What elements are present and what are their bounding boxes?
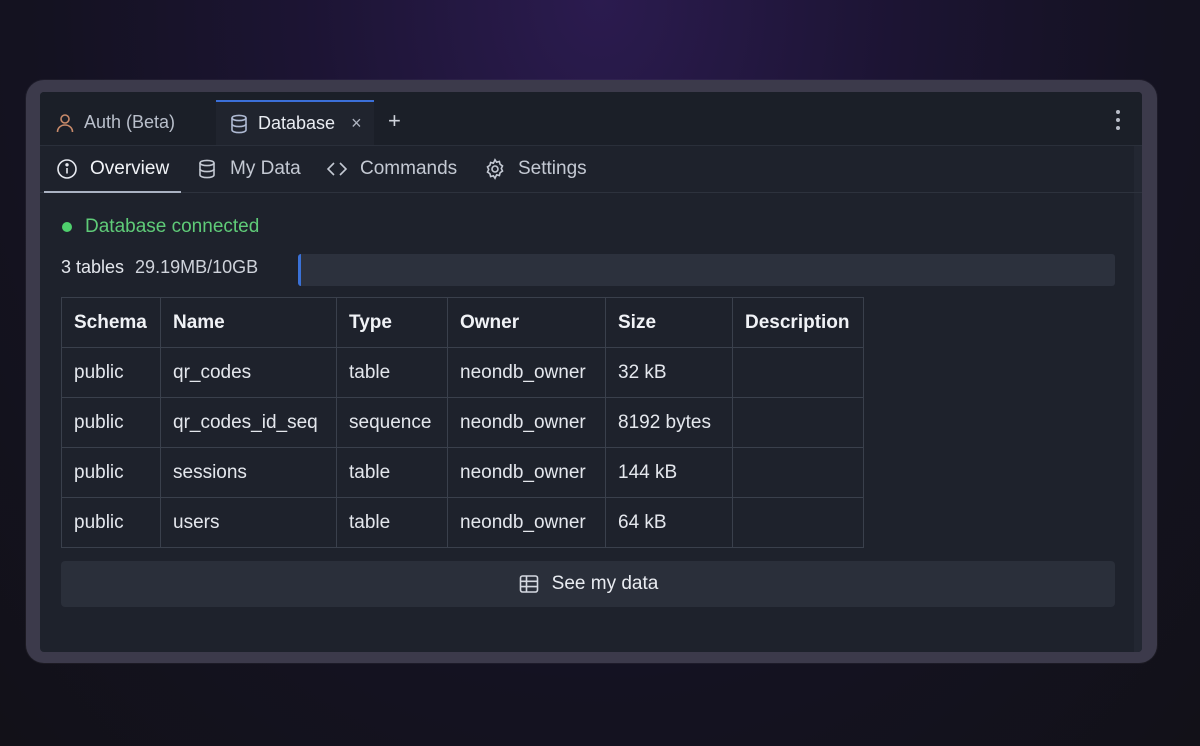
user-icon	[54, 112, 76, 134]
table-cell: neondb_owner	[447, 447, 606, 498]
table-cell: 32 kB	[605, 347, 733, 398]
table-cell: neondb_owner	[447, 397, 606, 448]
table-icon	[518, 573, 540, 595]
table-cell: table	[336, 447, 448, 498]
more-options-icon[interactable]	[1116, 110, 1120, 130]
table-cell	[732, 397, 864, 448]
sub-navigation: Overview My Data Commands Settings	[40, 146, 1142, 193]
table-count: 3 tables	[61, 257, 125, 277]
code-icon	[326, 158, 348, 180]
table-row: public users table neondb_owner 64 kB	[61, 497, 864, 548]
tables-overview-table: Schema Name Type Owner Size Description …	[61, 297, 864, 548]
database-panel: Auth (Beta) Database × + Overview My Dat…	[40, 92, 1142, 652]
table-cell: public	[61, 497, 161, 548]
see-my-data-label: See my data	[551, 573, 659, 594]
column-header: Name	[160, 297, 337, 348]
tab-auth[interactable]: Auth (Beta)	[54, 100, 175, 145]
table-row: public sessions table neondb_owner 144 k…	[61, 447, 864, 498]
column-header: Owner	[447, 297, 606, 348]
info-icon	[56, 158, 78, 180]
storage-usage: 3 tables 29.19MB/10GB	[61, 257, 258, 278]
database-icon	[228, 113, 250, 135]
table-cell: 144 kB	[605, 447, 733, 498]
nav-my-data[interactable]: My Data	[196, 146, 301, 192]
storage-progress-bar	[298, 254, 1115, 286]
table-cell: public	[61, 447, 161, 498]
table-header-row: Schema Name Type Owner Size Description	[61, 297, 864, 348]
column-header: Schema	[61, 297, 161, 348]
table-cell: users	[160, 497, 337, 548]
table-cell: 8192 bytes	[605, 397, 733, 448]
table-cell	[732, 447, 864, 498]
see-my-data-button[interactable]: See my data	[61, 561, 1115, 607]
table-cell	[732, 497, 864, 548]
column-header: Size	[605, 297, 733, 348]
table-cell: qr_codes	[160, 347, 337, 398]
column-header: Type	[336, 297, 448, 348]
table-cell: sessions	[160, 447, 337, 498]
storage-progress-fill	[298, 254, 302, 286]
storage-size: 29.19MB/10GB	[135, 257, 259, 277]
tab-database[interactable]: Database ×	[216, 100, 374, 145]
table-cell: public	[61, 397, 161, 448]
nav-overview-label: Overview	[90, 157, 170, 179]
column-header: Description	[732, 297, 864, 348]
table-cell: qr_codes_id_seq	[160, 397, 337, 448]
tab-database-label: Database	[258, 113, 336, 133]
table-cell: public	[61, 347, 161, 398]
tab-bar: Auth (Beta) Database × +	[40, 92, 1142, 146]
table-cell: neondb_owner	[447, 347, 606, 398]
gear-icon	[484, 158, 506, 180]
table-cell: table	[336, 497, 448, 548]
connection-status: Database connected	[62, 216, 259, 238]
status-dot-icon	[62, 222, 72, 232]
nav-overview[interactable]: Overview	[44, 146, 182, 193]
nav-my-data-label: My Data	[230, 158, 301, 179]
tab-auth-label: Auth (Beta)	[84, 112, 176, 132]
add-tab-button[interactable]: +	[388, 108, 401, 134]
database-icon	[196, 158, 218, 180]
nav-commands-label: Commands	[360, 158, 458, 179]
table-cell: sequence	[336, 397, 448, 448]
table-row: public qr_codes_id_seq sequence neondb_o…	[61, 397, 864, 448]
table-cell: neondb_owner	[447, 497, 606, 548]
table-row: public qr_codes table neondb_owner 32 kB	[61, 347, 864, 398]
nav-settings[interactable]: Settings	[484, 146, 587, 192]
close-icon[interactable]: ×	[351, 113, 362, 134]
table-cell: table	[336, 347, 448, 398]
table-cell	[732, 347, 864, 398]
nav-commands[interactable]: Commands	[326, 146, 457, 192]
window-frame: Auth (Beta) Database × + Overview My Dat…	[26, 80, 1157, 663]
status-text: Database connected	[85, 216, 260, 237]
nav-settings-label: Settings	[518, 158, 587, 179]
table-cell: 64 kB	[605, 497, 733, 548]
